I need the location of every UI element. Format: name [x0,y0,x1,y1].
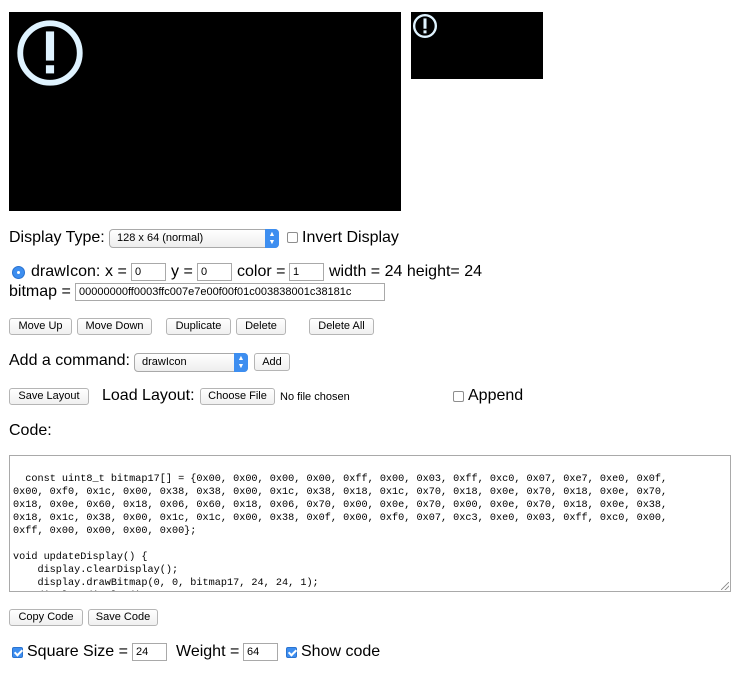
exclamation-circle-icon [412,13,438,39]
select-arrows-icon: ▲ ▼ [234,353,248,372]
size-text: width = 24 height= 24 [329,263,483,280]
weight-input[interactable]: 64 [243,643,278,661]
exclamation-circle-icon [17,20,83,86]
bitmap-label: bitmap = [9,283,71,300]
delete-button[interactable]: Delete [236,318,286,335]
x-input[interactable]: 0 [131,263,166,281]
load-layout-label: Load Layout: [102,387,195,404]
bitmap-input[interactable]: 00000000ff0003ffc007e7e00f00f01c00383800… [75,283,385,301]
add-button[interactable]: Add [254,353,290,371]
square-size-label: Square Size = [27,643,128,660]
move-down-button[interactable]: Move Down [77,318,152,335]
square-size-input[interactable]: 24 [132,643,167,661]
append-checkbox[interactable] [453,391,464,402]
square-size-checkbox[interactable] [12,647,23,658]
invert-display-label: Invert Display [302,229,399,246]
display-preview-small [411,12,543,79]
save-code-button[interactable]: Save Code [88,609,158,626]
display-preview-large[interactable] [9,12,401,211]
invert-display-checkbox[interactable] [287,232,298,243]
show-code-label: Show code [301,643,381,660]
command-select-radio[interactable] [12,266,25,279]
code-label: Code: [9,422,52,439]
display-type-select[interactable]: 128 x 64 (normal) ▲ ▼ [109,229,279,248]
delete-all-button[interactable]: Delete All [309,318,374,335]
display-type-label: Display Type: [9,229,105,246]
command-type-value: drawIcon [142,356,187,368]
add-command-label: Add a command: [9,352,130,369]
command-type-select[interactable]: drawIcon ▲ ▼ [134,353,248,372]
x-label: x = [105,263,127,280]
y-label: y = [171,263,193,280]
display-type-value: 128 x 64 (normal) [117,232,204,244]
command-name: drawIcon: [31,263,101,280]
choose-file-button[interactable]: Choose File [200,388,275,405]
resize-grip-icon[interactable] [721,582,729,590]
code-text: const uint8_t bitmap17[] = {0x00, 0x00, … [13,474,668,589]
move-up-button[interactable]: Move Up [9,318,72,335]
code-textarea[interactable]: const uint8_t bitmap17[] = {0x00, 0x00, … [9,455,731,592]
y-input[interactable]: 0 [197,263,232,281]
append-label: Append [468,387,524,404]
show-code-checkbox[interactable] [286,647,297,658]
color-label: color = [237,263,286,280]
select-arrows-icon: ▲ ▼ [265,229,279,248]
copy-code-button[interactable]: Copy Code [9,609,83,626]
file-status-text: No file chosen [280,391,350,403]
duplicate-button[interactable]: Duplicate [166,318,231,335]
save-layout-button[interactable]: Save Layout [9,388,89,405]
weight-label: Weight = [176,643,240,660]
color-input[interactable]: 1 [289,263,324,281]
